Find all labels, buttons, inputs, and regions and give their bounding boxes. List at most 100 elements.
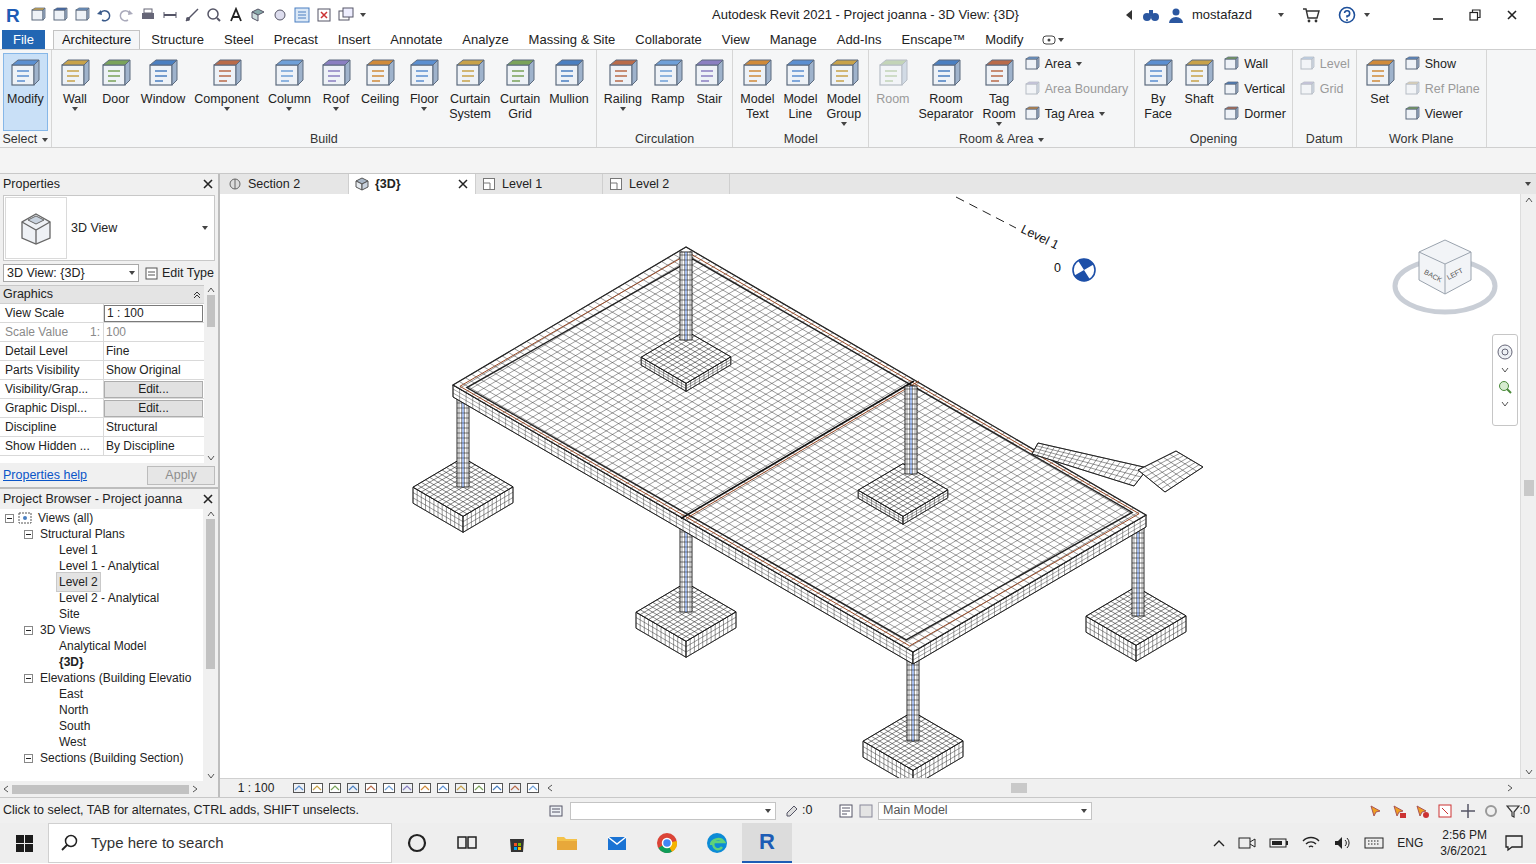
ribbon-small-button[interactable]: Show (1404, 54, 1480, 74)
ribbon-button[interactable]: Room (872, 53, 913, 131)
structural-model[interactable]: Level 10 (220, 194, 1518, 778)
file-explorer-button[interactable] (542, 823, 592, 863)
ribbon-button[interactable]: Modify (3, 53, 48, 131)
ribbon-button[interactable]: Room Separator (915, 53, 978, 131)
tree-row[interactable]: Site (0, 606, 203, 622)
scroll-thumb[interactable] (12, 785, 189, 794)
ribbon-button[interactable]: Roof (316, 53, 356, 131)
scroll-thumb[interactable] (207, 295, 215, 327)
tree-row[interactable]: Level 2 - Analytical (0, 590, 203, 606)
property-value[interactable]: 1 : 100 (104, 304, 204, 322)
edge-button[interactable] (692, 823, 742, 863)
ribbon-button[interactable]: Model Text (736, 53, 778, 131)
ribbon-tab[interactable]: View (713, 30, 759, 49)
ribbon-button[interactable]: By Face (1138, 53, 1178, 131)
tree-row[interactable]: Structural Plans (0, 526, 203, 542)
restore-button[interactable] (1458, 0, 1492, 30)
tree-row[interactable]: {3D} (0, 654, 203, 670)
ribbon-tab[interactable]: Massing & Site (520, 30, 625, 49)
minimize-button[interactable] (1418, 0, 1458, 30)
property-value-text[interactable]: By Discipline (104, 437, 177, 455)
tree-row[interactable]: West (0, 734, 203, 750)
tree-row[interactable]: Level 1 - Analytical (0, 558, 203, 574)
ribbon-button[interactable]: Tag Room (978, 53, 1019, 131)
ribbon-tab[interactable]: Precast (265, 30, 327, 49)
ribbon-small-button[interactable]: Level (1299, 54, 1350, 74)
ribbon-small-button[interactable]: Area (1024, 54, 1128, 74)
user-name[interactable]: mostafazd (1192, 5, 1270, 25)
ribbon-small-button[interactable]: Vertical (1223, 79, 1286, 99)
view-scale[interactable]: 1 : 100 (220, 779, 292, 797)
scroll-thumb[interactable] (1011, 783, 1027, 793)
scroll-thumb[interactable] (1524, 480, 1534, 496)
property-value-text[interactable]: Structural (104, 418, 159, 436)
property-value[interactable]: Edit... (104, 399, 204, 417)
store-button[interactable] (492, 823, 542, 863)
ribbon-button[interactable]: Column (264, 53, 315, 131)
tree-row[interactable]: Level 1 (0, 542, 203, 558)
view-selector[interactable]: 3D View: {3D} (3, 264, 139, 282)
start-button[interactable] (0, 823, 48, 863)
ribbon-tab[interactable]: Add-Ins (828, 30, 891, 49)
ribbon-tab[interactable]: Steel (215, 30, 263, 49)
tree-row[interactable]: South (0, 718, 203, 734)
close-button[interactable] (1492, 0, 1532, 30)
property-value[interactable]: Fine (104, 342, 204, 360)
input-language[interactable]: ENG (1397, 834, 1423, 852)
properties-close[interactable] (201, 177, 215, 191)
view-tab[interactable]: {3D} (349, 174, 476, 194)
view-tab-close[interactable] (457, 178, 469, 190)
ribbon-button[interactable]: Door (96, 53, 136, 131)
ribbon-button[interactable]: Ramp (647, 53, 688, 131)
ribbon-small-button[interactable]: Tag Area (1024, 104, 1128, 124)
view-tab[interactable]: Level 2 (603, 174, 730, 194)
tree-row[interactable]: East (0, 686, 203, 702)
ribbon-small-button[interactable]: Area Boundary (1024, 79, 1128, 99)
task-view-button[interactable] (442, 823, 492, 863)
property-value-text[interactable]: Fine (104, 342, 131, 360)
tree-row[interactable]: Analytical Model (0, 638, 203, 654)
ribbon-button[interactable]: Set (1360, 53, 1400, 131)
ribbon-tab[interactable]: Structure (142, 30, 213, 49)
ribbon-button[interactable]: Curtain System (445, 53, 495, 131)
viewcube[interactable]: BACKLEFT (1392, 234, 1498, 318)
ribbon-tab[interactable]: Architecture (53, 30, 140, 49)
ribbon-button[interactable]: Stair (689, 53, 729, 131)
revit-logo[interactable]: R (6, 6, 20, 25)
mail-button[interactable] (592, 823, 642, 863)
tree-row[interactable]: Sections (Building Section) (0, 750, 203, 766)
taskbar-search[interactable]: Type here to search (48, 823, 392, 863)
clock[interactable]: 2:56 PM3/6/2021 (1436, 827, 1491, 859)
ribbon-tab[interactable]: Manage (761, 30, 826, 49)
tree-row[interactable]: Elevations (Building Elevatio (0, 670, 203, 686)
ribbon-button[interactable]: Window (137, 53, 189, 131)
ribbon-button[interactable]: Component (190, 53, 263, 131)
edit-type-button[interactable]: Edit Type (145, 264, 214, 283)
cortana-button[interactable] (392, 823, 442, 863)
revit-taskbar-button[interactable]: R (742, 823, 792, 863)
tree-row[interactable]: 3D Views (0, 622, 203, 638)
properties-help-link[interactable]: Properties help (3, 466, 87, 485)
ribbon-tab[interactable]: Annotate (381, 30, 451, 49)
drawing-area[interactable]: Level 10BACKLEFT (220, 194, 1520, 778)
property-value[interactable]: Structural (104, 418, 204, 436)
scroll-thumb[interactable] (206, 519, 215, 669)
ribbon-small-button[interactable]: Dormer (1223, 104, 1286, 124)
ribbon-small-button[interactable]: Grid (1299, 79, 1350, 99)
navigation-bar[interactable] (1492, 334, 1518, 426)
ribbon-tab[interactable]: Modify (976, 30, 1032, 49)
tree-row[interactable]: Level 2 (0, 574, 203, 590)
property-value[interactable]: Show Original (104, 361, 204, 379)
ribbon-small-button[interactable]: Wall (1223, 54, 1286, 74)
section-header[interactable]: Graphics (0, 286, 204, 304)
tree-row[interactable]: Views (all) (0, 510, 203, 526)
property-input[interactable]: 1 : 100 (104, 305, 203, 322)
browser-close[interactable] (201, 492, 215, 506)
ribbon-tab[interactable]: Analyze (453, 30, 517, 49)
ribbon-button[interactable]: Railing (600, 53, 646, 131)
ribbon-small-button[interactable]: Viewer (1404, 104, 1480, 124)
ribbon-button[interactable]: Ceiling (357, 53, 403, 131)
property-edit-button[interactable]: Edit... (104, 381, 203, 398)
chrome-button[interactable] (642, 823, 692, 863)
view-tab-menu[interactable] (1520, 174, 1536, 194)
